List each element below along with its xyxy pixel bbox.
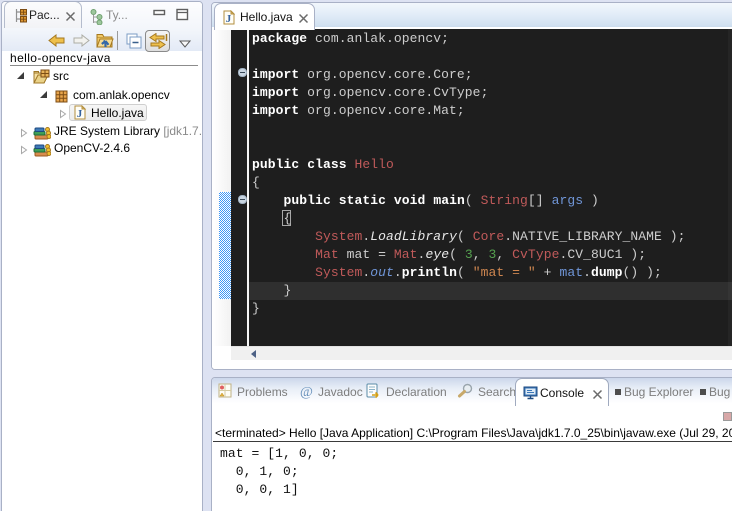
svg-text:J: J bbox=[226, 13, 232, 25]
svg-text:J: J bbox=[77, 108, 83, 120]
